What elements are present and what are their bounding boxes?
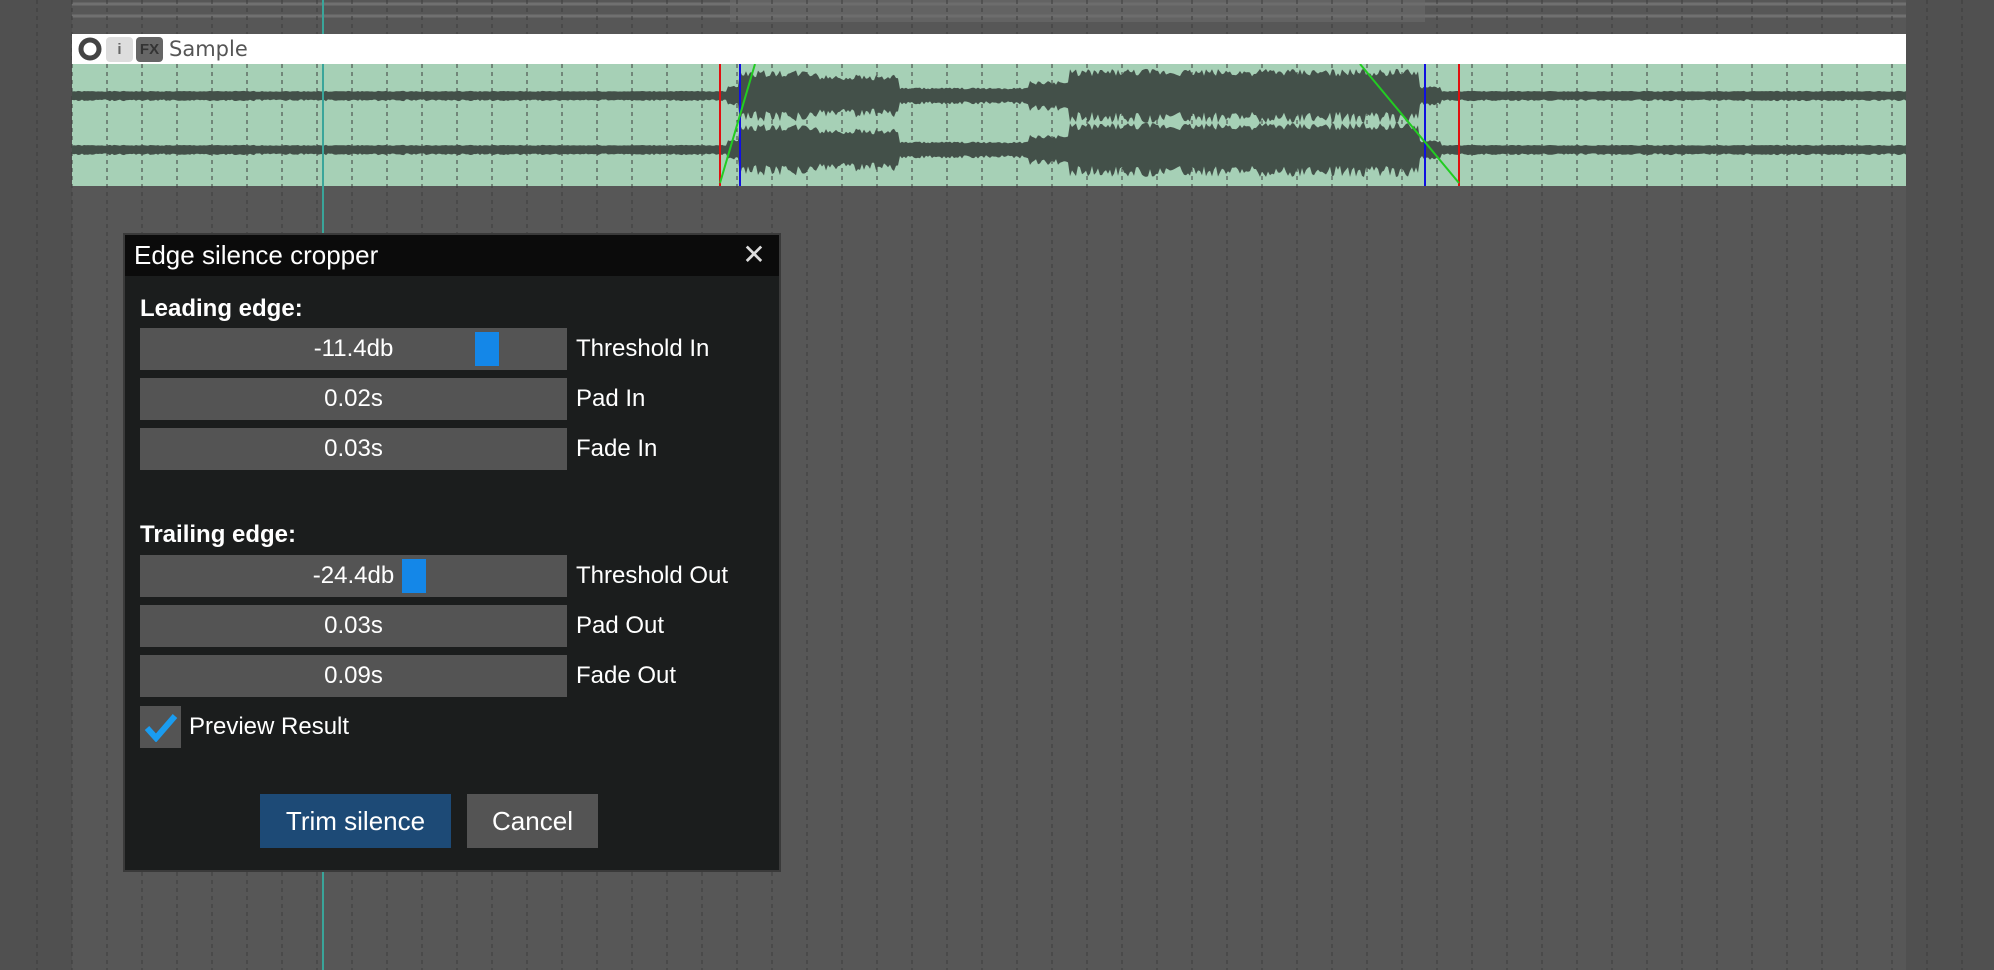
trailing-edge-heading: Trailing edge:: [140, 521, 297, 548]
param-row: -11.4db Threshold In: [140, 328, 709, 370]
right-gutter: [1906, 0, 1994, 970]
field-label: Threshold In: [576, 335, 710, 362]
param-row: 0.09s Fade Out: [140, 655, 676, 697]
field-value: 0.03s: [324, 612, 383, 639]
param-row: -24.4db Threshold Out: [140, 555, 728, 597]
dialog-title: Edge silence cropper: [134, 240, 379, 270]
waveform-region: [72, 64, 1906, 186]
field-value: 0.02s: [324, 385, 383, 412]
trim-silence-button[interactable]: Trim silence: [260, 794, 451, 848]
field-value: 0.09s: [324, 662, 383, 689]
left-gutter: [0, 0, 72, 970]
preview-result-label: Preview Result: [189, 713, 350, 740]
track-header[interactable]: i FX Sample: [72, 34, 1906, 64]
field-value: -11.4db: [313, 335, 394, 362]
param-row: 0.02s Pad In: [140, 378, 645, 420]
value-field[interactable]: 0.02s: [140, 378, 567, 420]
close-icon[interactable]: ✕: [739, 240, 769, 270]
value-field[interactable]: 0.03s: [140, 605, 567, 647]
info-icon[interactable]: i: [106, 36, 133, 62]
field-label: Fade In: [576, 435, 658, 462]
value-field[interactable]: 0.03s: [140, 428, 567, 470]
preview-result-checkbox[interactable]: Preview Result: [140, 706, 349, 748]
field-label: Pad In: [576, 385, 646, 412]
field-value: -24.4db: [312, 562, 395, 589]
slider-handle[interactable]: [475, 332, 499, 366]
checkbox[interactable]: [140, 706, 181, 748]
edge-silence-cropper-dialog: Edge silence cropper ✕ Leading edge: -11…: [123, 233, 781, 872]
dialog-titlebar[interactable]: Edge silence cropper ✕: [125, 235, 779, 276]
field-label: Threshold Out: [576, 562, 729, 589]
param-row: 0.03s Fade In: [140, 428, 657, 470]
threshold-slider[interactable]: -24.4db: [140, 555, 567, 597]
cancel-button[interactable]: Cancel: [467, 794, 598, 848]
fx-icon[interactable]: FX: [136, 36, 163, 62]
checkmark-icon: [144, 714, 177, 742]
threshold-slider[interactable]: -11.4db: [140, 328, 567, 370]
field-label: Pad Out: [576, 612, 665, 639]
upper-track-waveform: [730, 0, 1425, 22]
param-row: 0.03s Pad Out: [140, 605, 664, 647]
field-value: 0.03s: [324, 435, 383, 462]
value-field[interactable]: 0.09s: [140, 655, 567, 697]
leading-edge-heading: Leading edge:: [140, 295, 303, 322]
slider-handle[interactable]: [402, 559, 426, 593]
field-label: Fade Out: [576, 662, 677, 689]
phase-icon[interactable]: [76, 37, 103, 62]
track-name: Sample: [169, 37, 248, 61]
